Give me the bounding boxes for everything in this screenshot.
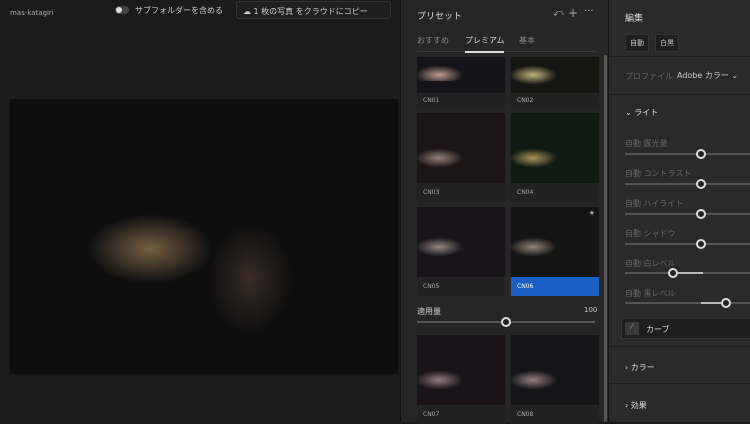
tab-premium[interactable]: プレミアム <box>465 35 505 53</box>
bw-button[interactable]: 白黒 <box>655 34 679 52</box>
copy-to-cloud-button[interactable]: ☁ 1 枚の写真 をクラウドにコピー <box>236 1 391 19</box>
curve-label: カーブ <box>646 325 670 334</box>
amount-slider[interactable] <box>417 317 595 327</box>
presets-panel: プリセット ⤺ + ··· おすすめ プレミアム 基本 CN01 CN02 CN… <box>400 0 608 424</box>
more-icon[interactable]: ··· <box>584 6 594 17</box>
user-name: mas-katagiri <box>10 9 54 17</box>
auto-button[interactable]: 自動 <box>625 34 649 52</box>
star-icon: ★ <box>588 209 595 217</box>
chevron-down-icon: ⌄ <box>731 71 739 80</box>
preset-thumb[interactable]: CN04 <box>511 113 599 202</box>
chevron-right-icon: › <box>625 363 629 372</box>
slider-label: 自動 黒レベル <box>625 289 676 298</box>
preset-thumb[interactable]: CN08 <box>511 335 599 424</box>
preset-thumb-selected[interactable]: ★ CN06 <box>511 207 599 296</box>
amount-label: 適用量 <box>417 307 441 316</box>
slider-label: 自動 ハイライト <box>625 199 684 208</box>
preset-thumb[interactable]: CN05 <box>417 207 505 296</box>
tab-recommended[interactable]: おすすめ <box>417 35 449 46</box>
preset-thumb[interactable]: CN02 <box>511 57 599 108</box>
effects-section-toggle[interactable]: › 効果 <box>625 400 647 411</box>
tab-basic[interactable]: 基本 <box>519 35 535 46</box>
profile-dropdown[interactable]: Adobe カラー ⌄ <box>677 70 738 81</box>
amount-value: 100 <box>584 306 598 314</box>
whites-slider[interactable] <box>625 268 750 278</box>
photo-preview <box>10 99 398 374</box>
presets-title: プリセット <box>417 12 463 22</box>
cloud-upload-icon: ☁ <box>243 7 254 16</box>
profile-label: プロファイル <box>625 72 673 81</box>
subfolder-label: サブフォルダーを含める <box>135 6 223 15</box>
color-section-toggle[interactable]: › カラー <box>625 362 655 373</box>
slider-label: 自動 シャドウ <box>625 229 676 238</box>
edit-panel: 編集 自動 白黒 プロファイル Adobe カラー ⌄ ⌄ ライト 自動 露光量… <box>608 0 750 422</box>
exposure-slider[interactable] <box>625 149 750 159</box>
slider-label: 自動 コントラスト <box>625 169 692 178</box>
preset-thumb[interactable]: CN01 <box>417 57 505 108</box>
slider-label: 自動 白レベル <box>625 259 676 268</box>
curve-button[interactable]: ⁄ カーブ <box>621 318 750 339</box>
photo-canvas: mas-katagiri サブフォルダーを含める ☁ 1 枚の写真 をクラウドに… <box>0 0 400 422</box>
shadows-slider[interactable] <box>625 239 750 249</box>
add-preset-icon[interactable]: + <box>568 6 578 20</box>
copy-label: 1 枚の写真 をクラウドにコピー <box>253 7 368 16</box>
highlights-slider[interactable] <box>625 209 750 219</box>
contrast-slider[interactable] <box>625 179 750 189</box>
presets-scrollbar[interactable] <box>604 55 607 422</box>
preset-thumb[interactable]: CN07 <box>417 335 505 424</box>
curve-icon: ⁄ <box>625 322 639 335</box>
preset-thumb[interactable]: CN03 <box>417 113 505 202</box>
blacks-slider[interactable] <box>625 298 750 308</box>
chevron-right-icon: › <box>625 401 629 410</box>
light-section-toggle[interactable]: ⌄ ライト <box>625 107 658 118</box>
edit-title: 編集 <box>625 14 644 24</box>
slider-label: 自動 露光量 <box>625 139 668 148</box>
chevron-down-icon: ⌄ <box>625 108 632 117</box>
undo-icon[interactable]: ⤺ <box>553 8 564 19</box>
subfolder-toggle[interactable] <box>115 6 129 14</box>
